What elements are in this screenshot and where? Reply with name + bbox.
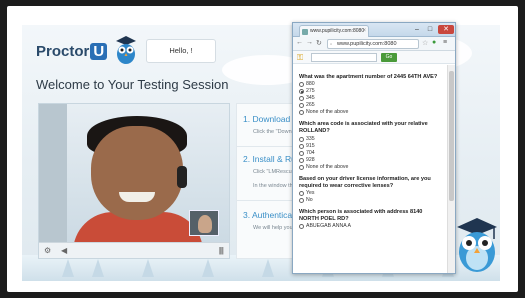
question-text: Based on your driver license information… — [299, 175, 431, 189]
answer-label: None of the above — [306, 109, 349, 116]
greeting-bubble: Hello, ! — [146, 39, 216, 63]
owl-mascot-icon — [116, 36, 136, 64]
url-input[interactable]: ▫ www.pupilicity.com:8080 — [327, 39, 419, 49]
answer-option[interactable]: 915 — [299, 143, 443, 150]
answer-label: 915 — [306, 142, 315, 149]
answer-option[interactable]: 275 — [299, 88, 443, 95]
step-download[interactable]: 1. Download — [243, 114, 290, 124]
step-install-desc: Click "LMRescu — [253, 169, 292, 175]
radio-button[interactable] — [299, 103, 304, 109]
page-icon: ▫ — [330, 42, 333, 48]
volume-icon[interactable]: ◀ — [61, 246, 67, 255]
answer-label: None of the above — [306, 163, 349, 170]
step-authenticate[interactable]: 3. Authenticat — [243, 210, 295, 220]
extension-toolbar: ⚿ Go — [293, 51, 455, 64]
answer-label: 928 — [306, 156, 315, 163]
browser-window[interactable]: www.pupilicity.com:8080 × – □ ✕ ← → ↻ ▫ … — [292, 22, 456, 274]
answer-option[interactable]: Yes — [299, 190, 443, 197]
radio-button[interactable] — [299, 82, 304, 88]
answer-option[interactable]: 345 — [299, 95, 443, 102]
browser-tab[interactable]: www.pupilicity.com:8080 × — [299, 25, 369, 37]
settings-menu-icon[interactable]: ≡ — [443, 39, 447, 46]
tab-close-icon[interactable]: × — [362, 26, 366, 37]
answer-label: 265 — [306, 102, 315, 109]
radio-button[interactable] — [299, 191, 304, 197]
brand-u: U — [90, 43, 108, 60]
answer-option[interactable]: None of the above — [299, 109, 443, 116]
answer-label: 345 — [306, 95, 315, 102]
answer-label: 335 — [306, 135, 315, 142]
tab-title: www.pupilicity.com:8080 — [310, 28, 365, 34]
close-button[interactable]: ✕ — [438, 25, 454, 34]
url-text: www.pupilicity.com:8080 — [337, 41, 397, 47]
forward-icon[interactable]: → — [306, 39, 313, 46]
webcam-video[interactable]: ⚙ ◀ |||| — [38, 103, 230, 259]
answer-option[interactable]: 928 — [299, 157, 443, 164]
extension-search-input[interactable] — [311, 53, 377, 62]
answer-label: 275 — [306, 88, 315, 95]
answer-option[interactable]: 880 — [299, 81, 443, 88]
proctor-video-thumbnail[interactable] — [189, 210, 219, 236]
radio-button[interactable] — [299, 198, 304, 204]
radio-button[interactable] — [299, 164, 304, 170]
address-bar-row: ← → ↻ ▫ www.pupilicity.com:8080 ☆ ● ≡ — [293, 37, 455, 51]
answer-label: Yes — [306, 190, 315, 197]
brand-name: Proctor — [36, 43, 90, 60]
scrollbar-thumb[interactable] — [449, 71, 454, 201]
answer-option[interactable]: No — [299, 197, 443, 204]
answer-label: ABUEGAB ANNA A — [306, 223, 351, 230]
answer-option[interactable]: 335 — [299, 136, 443, 143]
go-button[interactable]: Go — [381, 53, 397, 62]
answer-label: 704 — [306, 149, 315, 156]
question-text: What was the apartment number of 2445 64… — [299, 74, 438, 80]
step-download-desc: Click the "Down — [253, 129, 292, 135]
signal-bars-icon: |||| — [218, 246, 224, 255]
proctoru-logo: Proctor U — [36, 43, 108, 60]
back-icon[interactable]: ← — [296, 39, 303, 46]
answer-option[interactable]: 265 — [299, 102, 443, 109]
radio-button[interactable] — [299, 96, 304, 102]
browser-titlebar[interactable]: www.pupilicity.com:8080 × – □ ✕ — [293, 23, 455, 37]
page-favicon-icon — [302, 29, 308, 35]
answer-label: No — [306, 197, 313, 204]
answer-option[interactable]: 704 — [299, 150, 443, 157]
maximize-button[interactable]: □ — [424, 25, 436, 34]
radio-button[interactable] — [299, 110, 304, 116]
radio-button[interactable] — [299, 150, 304, 156]
question-text: Which person is associated with address … — [299, 209, 423, 223]
quiz-content: What was the apartment number of 2445 64… — [293, 65, 447, 273]
answer-option[interactable]: ABUEGAB ANNA A — [299, 223, 443, 230]
radio-button[interactable] — [299, 224, 304, 230]
video-controls: ⚙ ◀ |||| — [39, 242, 229, 258]
answer-option[interactable]: None of the above — [299, 164, 443, 171]
headset — [177, 166, 187, 188]
vertical-scrollbar[interactable] — [447, 65, 455, 273]
step-install-desc-2: In the window th — [253, 183, 293, 189]
question-text: Which area code is associated with your … — [299, 121, 428, 135]
extension-icon[interactable]: ● — [432, 39, 436, 46]
step-authenticate-desc: We will help you — [253, 225, 293, 231]
answer-label: 880 — [306, 81, 315, 88]
radio-button[interactable] — [299, 143, 304, 149]
settings-gear-icon[interactable]: ⚙ — [44, 246, 51, 255]
bookmark-star-icon[interactable]: ☆ — [422, 39, 428, 47]
radio-button[interactable] — [299, 89, 304, 95]
reload-icon[interactable]: ↻ — [316, 39, 322, 47]
minimize-button[interactable]: – — [411, 25, 423, 34]
radio-button[interactable] — [299, 136, 304, 142]
page-title: Welcome to Your Testing Session — [36, 77, 229, 92]
radio-button[interactable] — [299, 157, 304, 163]
owl-mascot-large-icon — [457, 218, 497, 272]
key-icon[interactable]: ⚿ — [297, 53, 303, 63]
